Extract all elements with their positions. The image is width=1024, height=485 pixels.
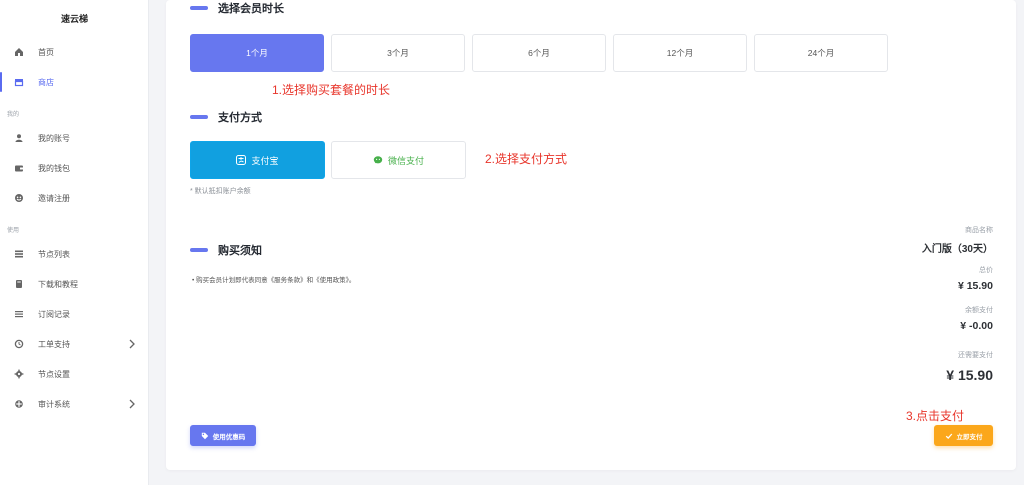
use-coupon-button[interactable]: 使用优惠码	[190, 425, 256, 446]
list-icon	[14, 249, 24, 259]
tag-icon	[201, 432, 208, 439]
pay-now-button[interactable]: 立即支付	[934, 425, 993, 446]
chevron-right-icon	[129, 399, 135, 409]
sidebar-item-label: 节点设置	[38, 369, 70, 379]
user-icon	[14, 133, 24, 143]
audit-icon	[14, 399, 24, 409]
sidebar-item-store[interactable]: 商店	[0, 70, 149, 94]
section-label-mine: 我的	[7, 112, 20, 118]
payment-option-alipay[interactable]: 支付宝	[190, 141, 325, 179]
balance-payment-value: ¥ -0.00	[960, 320, 993, 332]
store-icon	[14, 77, 24, 87]
sidebar-item-account[interactable]: 我的账号	[0, 126, 149, 150]
duration-option-1-month[interactable]: 1个月	[190, 34, 324, 72]
download-icon	[14, 279, 24, 289]
payment-option-label: 微信支付	[387, 155, 424, 166]
section-accent-bar	[190, 115, 208, 119]
sidebar-item-label: 订阅记录	[38, 309, 70, 319]
records-icon	[14, 309, 24, 319]
section-accent-bar	[190, 6, 208, 10]
payment-section-title: 支付方式	[190, 109, 262, 125]
sidebar-item-download[interactable]: 下载和教程	[0, 272, 149, 296]
section-title-text: 支付方式	[218, 112, 262, 124]
sidebar-item-node-settings[interactable]: 节点设置	[0, 362, 149, 386]
sidebar-item-label: 我的账号	[38, 133, 70, 143]
duration-option-24-months[interactable]: 24个月	[754, 34, 888, 72]
duration-section-title: 选择会员时长	[190, 0, 284, 16]
notice-section-title: 购买须知	[190, 242, 262, 258]
gear-icon	[14, 369, 24, 379]
sidebar-item-label: 下载和教程	[38, 279, 78, 289]
section-title-text: 选择会员时长	[218, 3, 284, 15]
section-title-text: 购买须知	[218, 245, 262, 257]
annotation-step-1: 1.选择购买套餐的时长	[272, 83, 391, 97]
duration-option-12-months[interactable]: 12个月	[613, 34, 747, 72]
support-icon	[14, 339, 24, 349]
sidebar-item-invite[interactable]: 邀请注册	[0, 186, 149, 210]
sidebar-item-label: 工单支持	[38, 339, 70, 349]
sidebar-item-wallet[interactable]: 我的钱包	[0, 156, 149, 180]
sidebar-item-support[interactable]: 工单支持	[0, 332, 149, 356]
sidebar-item-label: 商店	[38, 77, 54, 87]
sidebar-item-records[interactable]: 订阅记录	[0, 302, 149, 326]
chevron-right-icon	[129, 339, 135, 349]
sidebar: 速云梯 首页 商店 我的 我的账号 我的钱包 邀请注册 使用 节点列表 下载和教…	[0, 0, 149, 485]
annotation-step-2: 2.选择支付方式	[485, 152, 568, 166]
sidebar-item-audit[interactable]: 审计系统	[0, 392, 149, 416]
purchase-notice: • 购买会员计划即代表同意《服务条款》和《使用政策》。	[192, 277, 356, 284]
duration-option-3-months[interactable]: 3个月	[331, 34, 465, 72]
invite-icon	[14, 193, 24, 203]
use-coupon-button-label: 使用优惠码	[212, 433, 246, 441]
amount-due-value: ¥ 15.90	[946, 367, 993, 383]
check-icon	[945, 433, 952, 439]
sidebar-item-nodes[interactable]: 节点列表	[0, 242, 149, 266]
pay-now-button-label: 立即支付	[956, 433, 983, 441]
sidebar-item-label: 首页	[38, 47, 54, 57]
annotation-step-3: 3.点击支付	[906, 409, 965, 423]
payment-hint: * 默认抵扣账户余额	[190, 188, 251, 195]
sidebar-item-label: 我的钱包	[38, 163, 70, 173]
alipay-icon	[236, 155, 247, 165]
sidebar-item-label: 审计系统	[38, 399, 70, 409]
total-price-value: ¥ 15.90	[957, 280, 993, 292]
home-icon	[14, 47, 24, 57]
sidebar-item-home[interactable]: 首页	[0, 40, 149, 64]
wallet-icon	[14, 163, 24, 173]
wechat-icon	[373, 155, 383, 165]
payment-option-wechat[interactable]: 微信支付	[331, 141, 466, 179]
duration-option-6-months[interactable]: 6个月	[472, 34, 606, 72]
total-price-label: 总价	[979, 267, 993, 274]
sidebar-item-label: 节点列表	[38, 249, 70, 259]
balance-payment-label: 余额支付	[965, 307, 993, 314]
payment-option-label: 支付宝	[251, 155, 279, 166]
sidebar-item-label: 邀请注册	[38, 193, 70, 203]
product-name-label: 商品名称	[965, 227, 993, 234]
amount-due-label: 还需要支付	[958, 352, 993, 359]
section-label-use: 使用	[7, 228, 20, 234]
product-name-value: 入门版（30天）	[921, 244, 993, 255]
brand-logo: 速云梯	[60, 14, 88, 24]
section-accent-bar	[190, 248, 208, 252]
